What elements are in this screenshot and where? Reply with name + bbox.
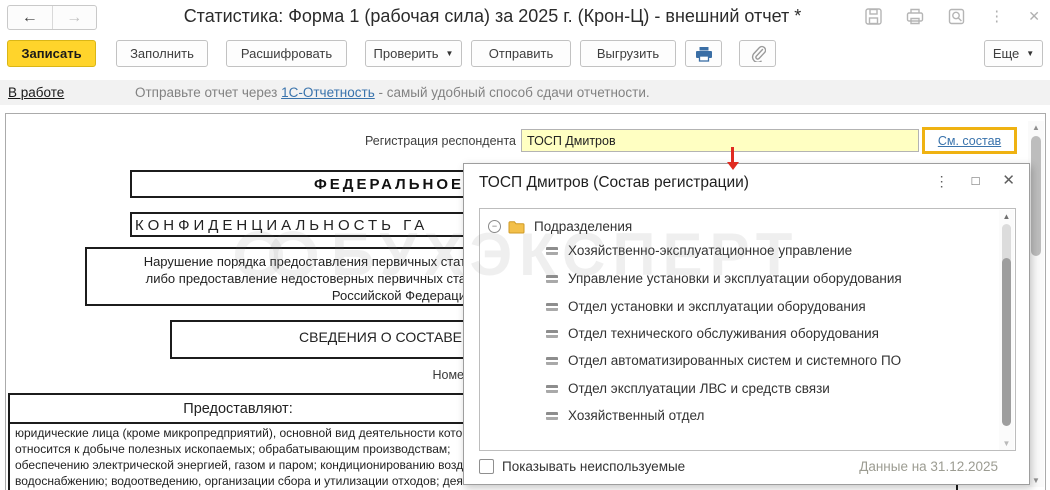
- show-unused-label[interactable]: Показывать неиспользуемые: [502, 459, 685, 474]
- scroll-down-icon[interactable]: ▼: [1028, 476, 1044, 485]
- chevron-down-icon: ▼: [445, 49, 454, 58]
- print-report-button[interactable]: [685, 40, 722, 67]
- see-structure-link[interactable]: См. состав: [938, 134, 1001, 148]
- reporting-service-link[interactable]: 1С-Отчетность: [281, 85, 375, 100]
- registration-structure-popup: ТОСП Дмитров (Состав регистрации) ⋮ □ ✕ …: [463, 163, 1030, 485]
- unload-button[interactable]: Выгрузить: [580, 40, 676, 67]
- save-icon[interactable]: [865, 8, 882, 25]
- history-nav: ← →: [7, 5, 97, 30]
- popup-title: ТОСП Дмитров (Состав регистрации): [479, 174, 749, 191]
- chevron-down-icon: ▼: [1026, 49, 1035, 58]
- back-button[interactable]: ←: [8, 6, 53, 29]
- fill-button[interactable]: Заполнить: [116, 40, 208, 67]
- status-message-before: Отправьте отчет через: [135, 85, 278, 100]
- popup-more-icon[interactable]: ⋮: [935, 174, 949, 188]
- tree-item-label: Отдел установки и эксплуатации оборудова…: [568, 299, 866, 314]
- tree-item-label: Управление установки и эксплуатации обор…: [568, 271, 902, 286]
- print-preview-icon[interactable]: [948, 8, 965, 25]
- forward-button[interactable]: →: [53, 6, 97, 29]
- tree-item[interactable]: Хозяйственный отдел: [480, 402, 990, 429]
- collapse-icon[interactable]: −: [488, 220, 501, 233]
- check-button-label: Проверить: [373, 46, 439, 61]
- status-message: Отправьте отчет через 1С-Отчетность - са…: [135, 85, 650, 100]
- subdivision-icon: [546, 274, 558, 283]
- folder-icon: [508, 220, 525, 234]
- data-date-label: Данные на 31.12.2025: [859, 459, 998, 474]
- registration-label: Регистрация респондента: [364, 134, 516, 148]
- status-message-after: - самый удобный способ сдачи отчетности.: [378, 85, 650, 100]
- subdivision-icon: [546, 384, 558, 393]
- printer-icon: [695, 46, 713, 62]
- forward-arrow-icon: →: [66, 8, 83, 26]
- tree-item[interactable]: Отдел эксплуатации ЛВС и средств связи: [480, 375, 990, 402]
- scroll-up-icon[interactable]: ▲: [1028, 123, 1044, 132]
- popup-maximize-icon[interactable]: □: [972, 174, 980, 187]
- tree-item[interactable]: Хозяйственно-эксплуатационное управление: [480, 237, 990, 264]
- popup-footer: Показывать неиспользуемые Данные на 31.1…: [479, 456, 1014, 480]
- attachments-button[interactable]: [739, 40, 776, 67]
- tree-item[interactable]: Отдел установки и эксплуатации оборудова…: [480, 293, 990, 320]
- report-state-link[interactable]: В работе: [8, 85, 64, 100]
- subdivision-icon: [546, 329, 558, 338]
- tree-root-label: Подразделения: [534, 219, 633, 234]
- more-button[interactable]: Еще ▼: [984, 40, 1043, 67]
- fill-button-label: Заполнить: [130, 46, 194, 61]
- tree-item[interactable]: Отдел технического обслуживания оборудов…: [480, 320, 990, 347]
- page-title: Статистика: Форма 1 (рабочая сила) за 20…: [183, 6, 802, 26]
- tree-item-label: Отдел эксплуатации ЛВС и средств связи: [568, 381, 830, 396]
- tree-scrollbar-thumb[interactable]: [1002, 258, 1011, 426]
- tree-item-label: Хозяйственно-эксплуатационное управление: [568, 243, 853, 258]
- titlebar-more-icon[interactable]: ⋮: [989, 9, 1004, 24]
- subdivision-icon: [546, 411, 558, 420]
- more-button-label: Еще: [992, 46, 1020, 61]
- see-structure-highlight: См. состав: [922, 127, 1017, 154]
- info-heading-text: СВЕДЕНИЯ О СОСТАВЕ: [299, 329, 462, 345]
- app-window: ← → Статистика: Форма 1 (рабочая сила) з…: [0, 0, 1050, 490]
- print-icon[interactable]: [906, 8, 924, 25]
- titlebar: ← → Статистика: Форма 1 (рабочая сила) з…: [0, 0, 1050, 34]
- popup-window-icons: ⋮ □ ✕: [935, 173, 1015, 188]
- show-unused-checkbox[interactable]: [479, 459, 494, 474]
- subdivision-icon: [546, 246, 558, 255]
- send-button-label: Отправить: [488, 46, 554, 61]
- check-button[interactable]: Проверить ▼: [365, 40, 462, 67]
- window-close-icon[interactable]: ✕: [1028, 8, 1040, 25]
- back-arrow-icon: ←: [21, 8, 38, 26]
- tree-item-label: Отдел технического обслуживания оборудов…: [568, 326, 879, 341]
- statusbar: В работе Отправьте отчет через 1С-Отчетн…: [0, 80, 1050, 105]
- decipher-button-label: Расшифровать: [240, 46, 333, 61]
- tree-item[interactable]: Управление установки и эксплуатации обор…: [480, 265, 990, 292]
- confidentiality-text: КОНФИДЕНЦИАЛЬНОСТЬ ГА: [135, 217, 429, 234]
- federal-heading-text: ФЕДЕРАЛЬНОЕ: [313, 176, 464, 193]
- tree-item-label: Хозяйственный отдел: [568, 408, 705, 423]
- provide-header-text: Предоставляют:: [183, 401, 293, 417]
- subdivision-icon: [546, 302, 558, 311]
- scroll-up-icon[interactable]: ▲: [999, 212, 1014, 221]
- violation-line: либо предоставление недостоверных первич…: [145, 271, 466, 286]
- violation-line: Российской Федераци: [331, 288, 466, 303]
- titlebar-icons: ⋮ ✕: [865, 8, 1040, 25]
- registration-input[interactable]: [521, 129, 919, 152]
- form-scrollbar: ▲ ▼: [1028, 121, 1044, 487]
- number-label-fragment: Номе: [432, 368, 464, 382]
- tree-scrollbar: ▲ ▼: [999, 210, 1014, 450]
- tree-item[interactable]: Отдел автоматизированных систем и систем…: [480, 347, 990, 374]
- unload-button-label: Выгрузить: [596, 46, 660, 61]
- tree-root-row[interactable]: − Подразделения: [480, 213, 990, 240]
- paperclip-icon: [750, 45, 766, 62]
- scroll-down-icon[interactable]: ▼: [999, 439, 1014, 448]
- toolbar: Записать Заполнить Расшифровать Проверит…: [0, 36, 1050, 72]
- tree-item-label: Отдел автоматизированных систем и систем…: [568, 353, 902, 368]
- popup-close-icon[interactable]: ✕: [1002, 173, 1015, 188]
- save-button-label: Записать: [21, 46, 82, 61]
- send-button[interactable]: Отправить: [471, 40, 571, 67]
- violation-line: Нарушение порядка предоставления первичн…: [143, 254, 466, 269]
- scrollbar-thumb[interactable]: [1031, 136, 1041, 256]
- subdivisions-tree: − Подразделения Хозяйственно-эксплуатаци…: [479, 208, 1016, 451]
- subdivision-icon: [546, 356, 558, 365]
- decipher-button[interactable]: Расшифровать: [226, 40, 347, 67]
- save-button[interactable]: Записать: [7, 40, 96, 67]
